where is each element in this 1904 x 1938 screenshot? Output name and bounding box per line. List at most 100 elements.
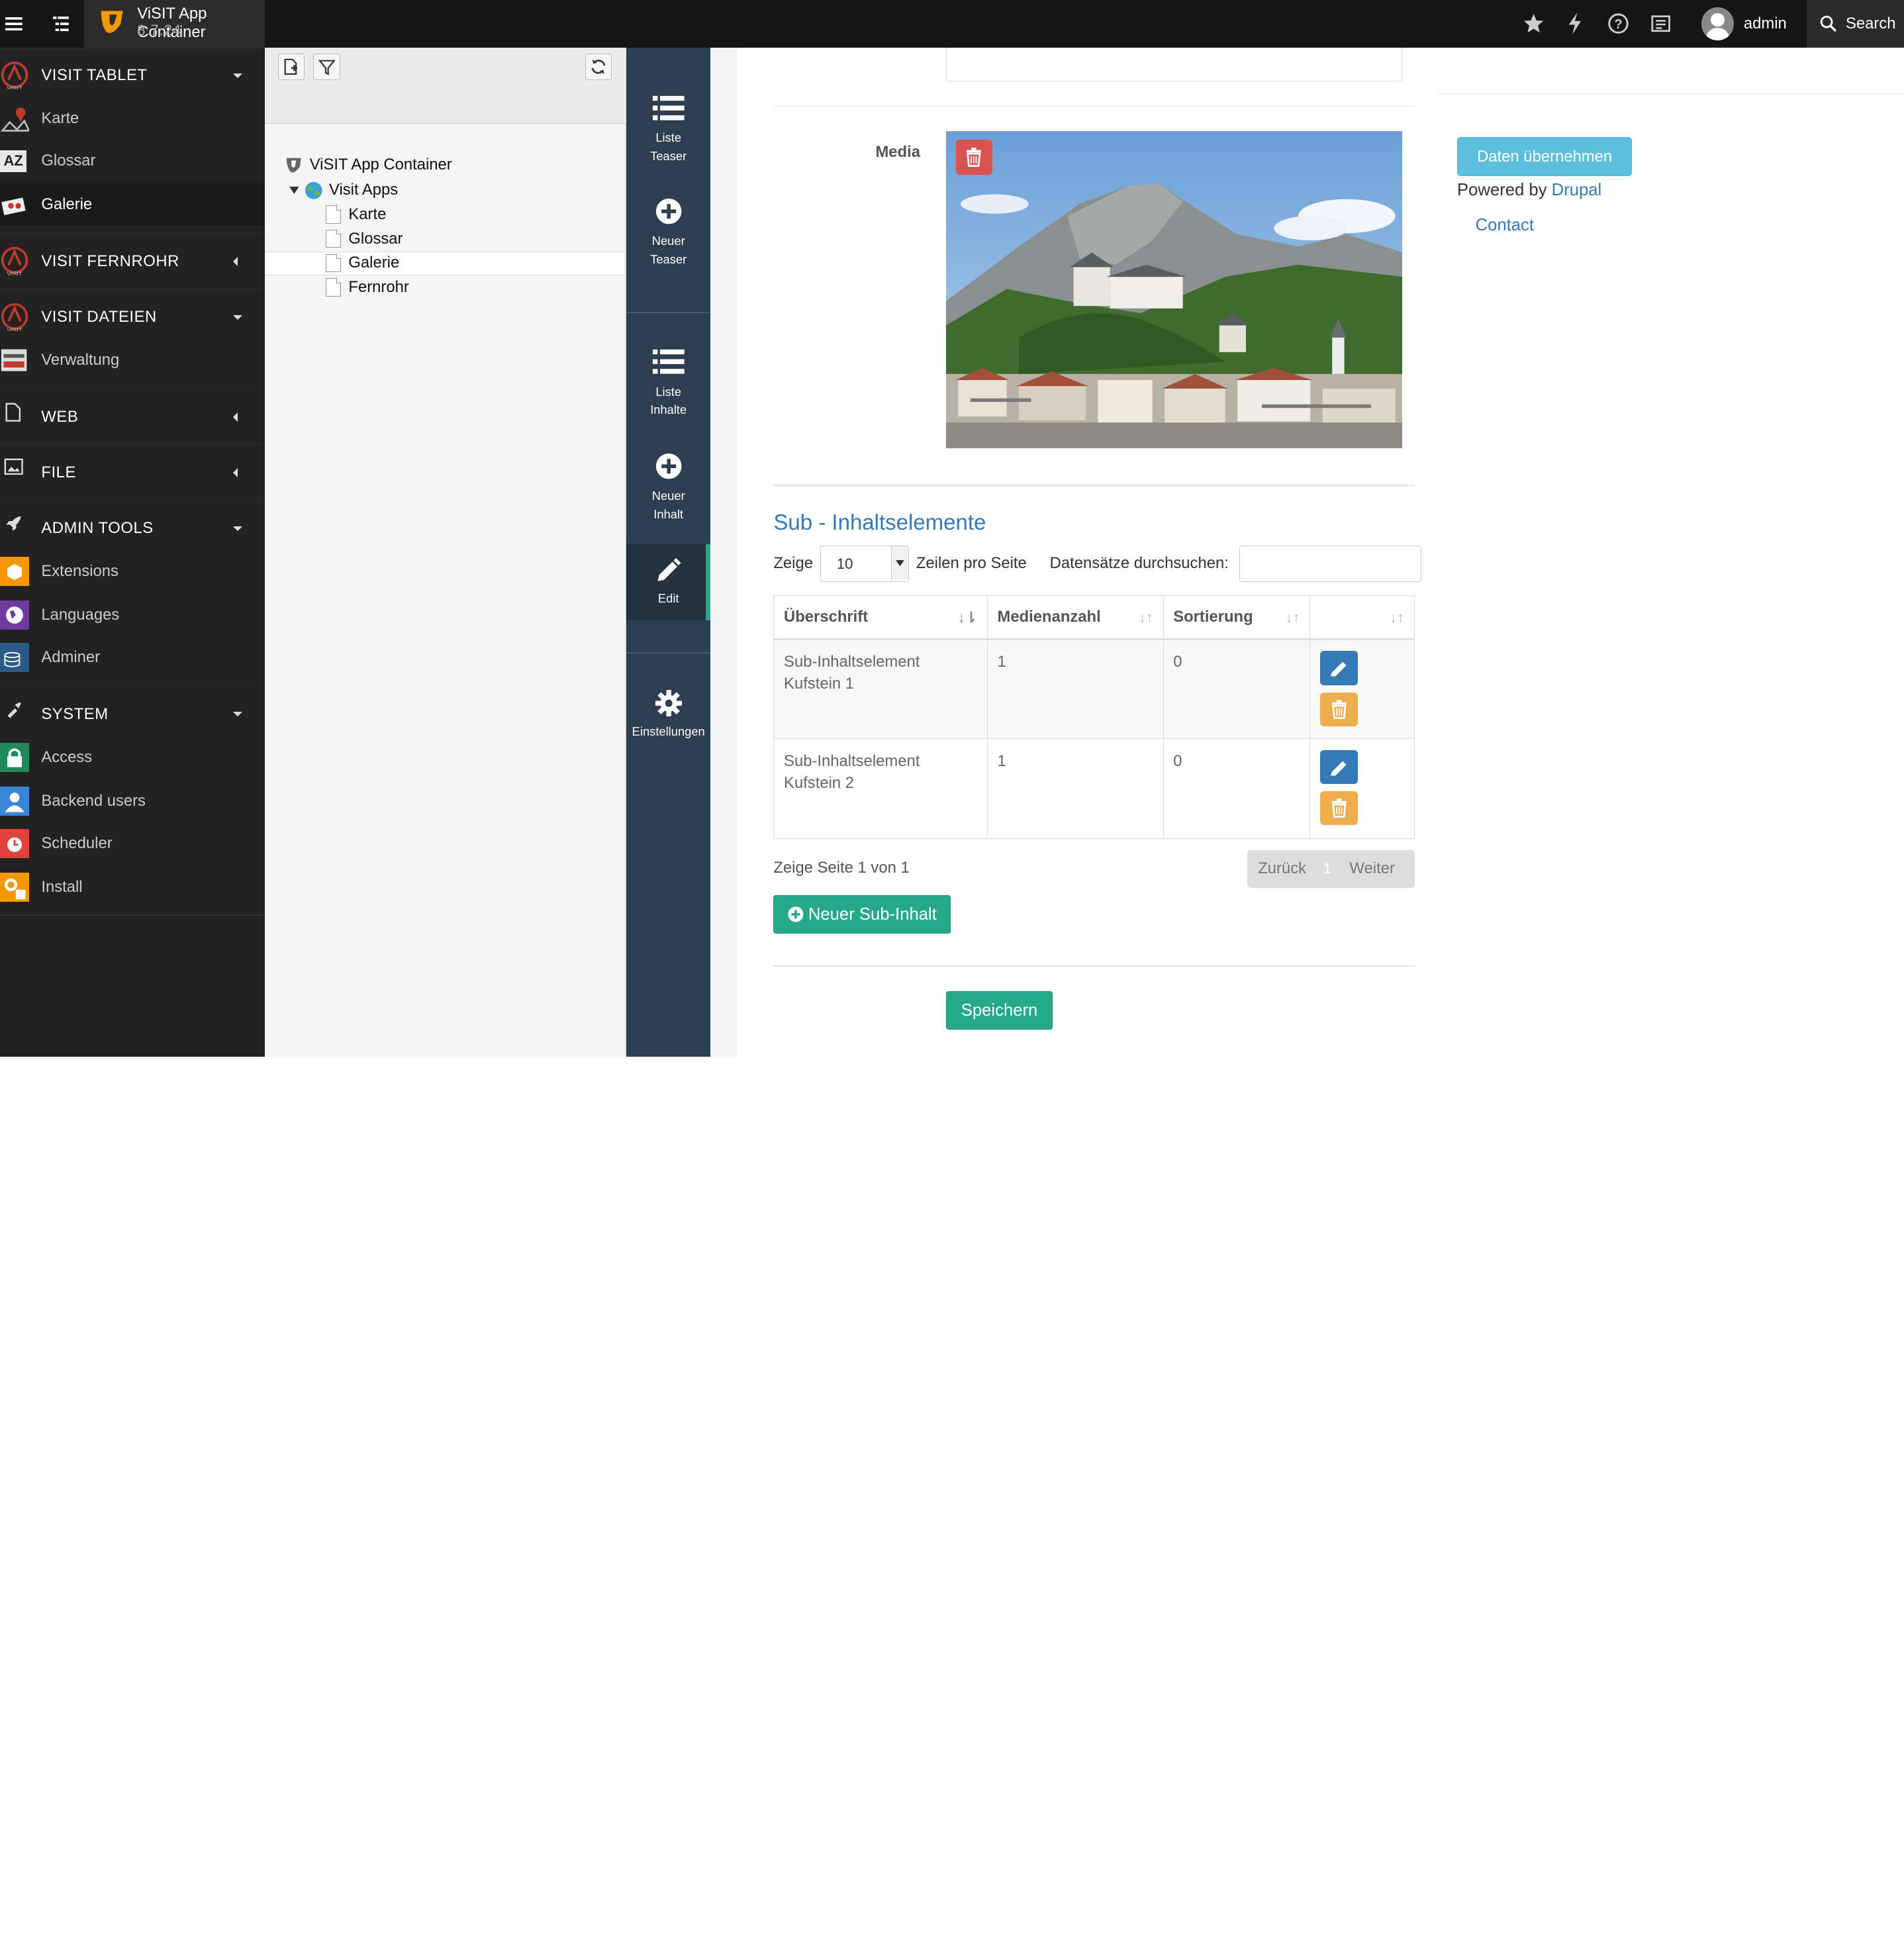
sidebar-item-install[interactable]: Install — [0, 866, 265, 908]
delete-row-button[interactable] — [1319, 791, 1358, 826]
database-icon — [0, 643, 30, 673]
sidebar-section-visit-tablet[interactable]: VISIT VISIT TABLET — [0, 47, 265, 103]
sidebar-section-file[interactable]: FILE — [0, 444, 265, 500]
edit-row-button[interactable] — [1319, 651, 1358, 685]
menu-toggle-icon[interactable] — [0, 0, 28, 48]
column-header-medienanzahl[interactable]: Medienanzahl ↓↑ — [986, 595, 1164, 640]
save-button[interactable]: Speichern — [945, 991, 1053, 1030]
edit-row-button[interactable] — [1319, 750, 1358, 784]
svg-text:VISIT: VISIT — [7, 327, 23, 331]
cell-actions — [1309, 738, 1415, 839]
sidebar-item-label: Backend users — [41, 791, 146, 810]
contact-link[interactable]: Contact — [1476, 216, 1534, 235]
refresh-button[interactable] — [585, 53, 612, 81]
bookmark-star-icon[interactable] — [1523, 13, 1545, 34]
previous-field-input[interactable] — [945, 47, 1403, 81]
gear-icon — [655, 689, 682, 717]
pencil-icon — [657, 557, 681, 581]
sidebar-item-label: Access — [41, 748, 93, 766]
divider — [773, 484, 1415, 486]
edit-button[interactable]: Edit — [626, 544, 710, 621]
system-info-icon[interactable] — [1651, 14, 1671, 33]
table-header-row: Überschrift ↓⇂ Medienanzahl ↓↑ Sortierung ↓… — [773, 595, 1415, 640]
svg-text:VISIT: VISIT — [7, 85, 23, 89]
search-records-input[interactable] — [1239, 545, 1422, 582]
globe-icon — [305, 181, 322, 199]
menu-label: Inhalte — [650, 403, 687, 417]
sidebar-item-verwaltung[interactable]: Verwaltung — [0, 339, 265, 381]
sidebar-item-backend-users[interactable]: Backend users — [0, 780, 265, 822]
media-label: Media — [875, 143, 920, 162]
neuer-inhalt-button[interactable]: Neuer Inhalt — [626, 453, 710, 523]
user-menu[interactable]: admin — [1701, 0, 1787, 48]
visit-logo-icon: VISIT — [1, 303, 28, 331]
dropdown-arrow-icon — [891, 546, 908, 580]
column-header-actions[interactable]: ↓↑ — [1309, 595, 1415, 640]
sidebar-item-languages[interactable]: Languages — [0, 594, 265, 636]
page-icon — [5, 403, 21, 422]
rows-per-page-select[interactable]: 10 — [820, 545, 909, 582]
drupal-link[interactable]: Drupal — [1552, 181, 1602, 199]
visit-logo-icon: VISIT — [1, 61, 28, 89]
new-page-button[interactable] — [278, 53, 305, 81]
sidebar-section-visit-fernrohr[interactable]: VISIT VISIT FERNROHR — [0, 233, 265, 289]
sidebar-section-system[interactable]: SYSTEM — [0, 686, 265, 742]
expand-arrow-icon[interactable] — [289, 185, 299, 195]
sidebar-item-galerie[interactable]: Galerie — [0, 183, 265, 226]
delete-media-button[interactable] — [955, 139, 992, 175]
chevron-left-icon — [233, 412, 238, 422]
pager-next-button[interactable]: Weiter — [1349, 859, 1394, 878]
tree-node-fernrohr[interactable]: Fernrohr — [325, 277, 409, 297]
sidebar-item-extensions[interactable]: Extensions — [0, 550, 265, 593]
module-sidebar: VISIT VISIT TABLET Karte AZ Glossar Gale… — [0, 47, 265, 1057]
sidebar-section-label: ADMIN TOOLS — [41, 519, 154, 538]
header-label: Sortierung — [1173, 607, 1253, 626]
row-title-line: Kufstein 1 — [784, 675, 855, 693]
tree-toggle-icon[interactable] — [44, 0, 77, 48]
tree-node-label: Glossar — [348, 229, 403, 248]
sidebar-section-label: WEB — [41, 407, 79, 426]
sidebar-section-label: FILE — [41, 463, 76, 481]
sidebar-section-admin-tools[interactable]: ADMIN TOOLS — [0, 500, 265, 556]
column-header-sortierung[interactable]: Sortierung ↓↑ — [1163, 595, 1311, 640]
pager-prev-button[interactable]: Zurück — [1258, 859, 1306, 878]
sidebar-section-visit-dateien[interactable]: VISIT VISIT DATEIEN — [0, 289, 265, 345]
flash-cache-icon[interactable] — [1566, 13, 1584, 35]
search-records-label: Datensätze durchsuchen: — [1049, 554, 1229, 573]
sidebar-item-karte[interactable]: Karte — [0, 97, 265, 140]
tree-node-galerie[interactable]: Galerie — [325, 253, 399, 273]
sidebar-item-adminer[interactable]: Adminer — [0, 636, 265, 679]
button-label: Neuer Sub-Inhalt — [808, 904, 937, 924]
user-name: admin — [1743, 14, 1787, 32]
sidebar-item-glossar[interactable]: AZ Glossar — [0, 140, 265, 182]
cell-actions — [1309, 638, 1415, 740]
rows-per-page-value: 10 — [836, 556, 853, 573]
einstellungen-button[interactable]: Einstellungen — [626, 689, 710, 741]
page-tree-panel: ViSIT App Container Visit Apps Karte Glo… — [264, 47, 627, 1057]
sidebar-item-scheduler[interactable]: Scheduler — [0, 822, 265, 865]
pager-current-page[interactable]: 1 — [1323, 860, 1331, 877]
tree-node-karte[interactable]: Karte — [325, 205, 386, 224]
daten-uebernehmen-button[interactable]: Daten übernehmen — [1457, 137, 1633, 176]
content-gutter — [710, 47, 738, 1057]
cell-sort: 0 — [1163, 738, 1311, 839]
search-toggle[interactable]: Search — [1807, 0, 1904, 48]
sidebar-item-label: Languages — [41, 606, 120, 624]
sidebar-item-access[interactable]: Access — [0, 736, 265, 779]
app-logo-area[interactable]: ViSIT App Container 8.7.24 — [83, 0, 265, 48]
new-sub-content-button[interactable]: Neuer Sub-Inhalt — [773, 895, 951, 934]
sidebar-section-web[interactable]: WEB — [0, 388, 265, 444]
tree-node-root[interactable]: ViSIT App Container — [285, 156, 452, 175]
help-icon[interactable]: ? — [1607, 13, 1629, 34]
filter-button[interactable] — [313, 53, 340, 81]
neuer-teaser-button[interactable]: Neuer Teaser — [626, 198, 710, 268]
column-header-ueberschrift[interactable]: Überschrift ↓⇂ — [773, 595, 988, 640]
liste-teaser-button[interactable]: Liste Teaser — [626, 95, 710, 165]
edit-form: Media Sub - Inhaltselemente Zeige 10 Zei… — [737, 47, 1904, 1057]
tree-node-glossar[interactable]: Glossar — [325, 229, 403, 248]
sidebar-section-label: VISIT TABLET — [41, 66, 148, 85]
lock-icon — [0, 742, 30, 772]
tree-node-visit-apps[interactable]: Visit Apps — [289, 181, 398, 199]
liste-inhalte-button[interactable]: Liste Inhalte — [626, 348, 710, 418]
delete-row-button[interactable] — [1319, 692, 1358, 726]
